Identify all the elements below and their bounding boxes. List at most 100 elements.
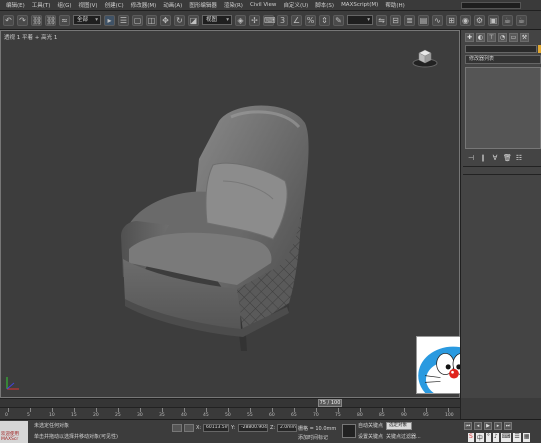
menu-tools[interactable]: 工具(T): [29, 1, 54, 9]
snap-toggle-icon[interactable]: 3: [277, 14, 288, 26]
menu-create[interactable]: 创建(C): [102, 1, 127, 9]
search-input[interactable]: [461, 1, 521, 9]
lock-selection-icon[interactable]: [172, 424, 182, 432]
menu-maxscript[interactable]: MAXScript(M): [338, 2, 381, 8]
curve-editor-icon[interactable]: ∿: [432, 14, 443, 26]
menu-group[interactable]: 组(G): [54, 1, 74, 9]
selected-object-dropdown[interactable]: 选定对象: [386, 422, 412, 430]
z-coord-field[interactable]: 2.0mm: [277, 424, 297, 432]
maxscript-listener[interactable]: 欢迎使用 MAXScr: [0, 421, 28, 443]
trackbar-tick: [404, 408, 405, 412]
go-to-start-icon[interactable]: ⏮: [464, 422, 472, 430]
utilities-tab-icon[interactable]: ⚒: [520, 33, 529, 42]
named-selection-sets-dropdown[interactable]: [347, 15, 373, 25]
ime-punctuation-icon[interactable]: °: [485, 433, 491, 442]
make-unique-icon[interactable]: ∀: [491, 154, 499, 162]
trackbar-tick: [140, 408, 141, 412]
perspective-viewport[interactable]: 透视 1 平着 + 高光 1: [0, 30, 460, 398]
trackbar[interactable]: 0 5 10 15 20 25 30 35 40 45 50 55 60 65 70 75 80 85 90 95 10…: [0, 407, 460, 419]
rect-selection-icon[interactable]: ▢: [132, 14, 143, 26]
absolute-mode-icon[interactable]: [184, 424, 194, 432]
material-editor-icon[interactable]: ◉: [460, 14, 471, 26]
trackbar-tick-label: 75: [335, 413, 341, 418]
time-slider[interactable]: 75 / 100: [0, 398, 460, 407]
align-icon[interactable]: ⊟: [390, 14, 401, 26]
modify-tab-icon[interactable]: ◐: [476, 33, 485, 42]
redo-icon[interactable]: ↷: [17, 14, 28, 26]
menu-animation[interactable]: 动画(A): [160, 1, 185, 9]
schematic-view-icon[interactable]: ⊞: [446, 14, 457, 26]
scene-explorer-icon[interactable]: ▤: [418, 14, 429, 26]
spinner-snap-icon[interactable]: ⇕: [319, 14, 330, 26]
y-coord-field[interactable]: -28800.904: [238, 424, 268, 432]
select-by-name-icon[interactable]: ☰: [118, 14, 129, 26]
trackbar-tick-label: 55: [247, 413, 253, 418]
time-slider-thumb[interactable]: 75 / 100: [318, 399, 342, 407]
keyboard-shortcut-icon[interactable]: ⌨: [263, 14, 276, 26]
select-rotate-icon[interactable]: ↻: [174, 14, 185, 26]
armchair-model[interactable]: [1, 31, 461, 399]
ime-sogou-icon[interactable]: S: [468, 433, 474, 442]
ime-keyboard-icon[interactable]: ⌨: [500, 433, 512, 442]
menu-customize[interactable]: 自定义(U): [280, 1, 311, 9]
create-tab-icon[interactable]: ✚: [465, 33, 474, 42]
previous-frame-icon[interactable]: ◂: [474, 422, 482, 430]
render-setup-icon[interactable]: ⚙: [474, 14, 485, 26]
pin-stack-icon[interactable]: ⊣: [467, 154, 475, 162]
bind-space-warp-icon[interactable]: ≈: [59, 14, 70, 26]
angle-snap-icon[interactable]: ∠: [291, 14, 302, 26]
window-crossing-icon[interactable]: ◫: [146, 14, 157, 26]
next-frame-icon[interactable]: ▸: [494, 422, 502, 430]
y-coord-label: Y:: [231, 425, 236, 431]
trackbar-tick-label: 95: [423, 413, 429, 418]
percent-snap-icon[interactable]: %: [305, 14, 316, 26]
menu-help[interactable]: 帮助(H): [382, 1, 407, 9]
playback-controls: ⏮ ◂ ▶ ▸ ⏭: [464, 422, 512, 430]
ime-menu-icon[interactable]: ☰: [513, 433, 521, 442]
go-to-end-icon[interactable]: ⏭: [504, 422, 512, 430]
menu-views[interactable]: 视图(V): [76, 1, 101, 9]
menu-civil-view[interactable]: Civil View: [247, 2, 279, 8]
modifier-list-dropdown[interactable]: 修改器列表: [465, 55, 541, 64]
render-production-icon[interactable]: ☕: [502, 14, 513, 26]
hierarchy-tab-icon[interactable]: ⊤: [487, 33, 496, 42]
selection-filter-dropdown[interactable]: 全部: [73, 15, 101, 25]
undo-icon[interactable]: ↶: [3, 14, 14, 26]
menu-modifiers[interactable]: 修改器(M): [128, 1, 160, 9]
select-object-icon[interactable]: ▸: [104, 14, 115, 26]
auto-key-button[interactable]: 自动关键点: [358, 422, 383, 429]
select-scale-icon[interactable]: ◪: [188, 14, 199, 26]
show-end-result-icon[interactable]: ∥: [479, 154, 487, 162]
layer-manager-icon[interactable]: ≣: [404, 14, 415, 26]
ime-chinese-mode[interactable]: 中: [475, 433, 484, 442]
rendered-frame-icon[interactable]: ▣: [488, 14, 499, 26]
named-selection-icon[interactable]: ✎: [333, 14, 344, 26]
menu-graph-editors[interactable]: 图形编辑器: [186, 1, 220, 9]
object-name-field[interactable]: [465, 45, 537, 53]
link-icon[interactable]: ⛓: [31, 14, 42, 26]
unlink-icon[interactable]: ⛓: [45, 14, 56, 26]
pivot-center-icon[interactable]: ◈: [235, 14, 246, 26]
select-move-icon[interactable]: ✥: [160, 14, 171, 26]
ime-voice-icon[interactable]: ♪: [492, 433, 499, 442]
mirror-icon[interactable]: ⇋: [376, 14, 387, 26]
menu-scripting[interactable]: 脚本(S): [312, 1, 337, 9]
reference-coord-dropdown[interactable]: 视图: [202, 15, 232, 25]
remove-modifier-icon[interactable]: 🗑: [503, 154, 512, 162]
configure-modifier-sets-icon[interactable]: ☷: [515, 154, 523, 162]
select-manipulate-icon[interactable]: ✢: [249, 14, 260, 26]
set-key-button[interactable]: 设置关键点: [358, 433, 383, 440]
x-coord-field[interactable]: 60113.5m: [203, 424, 229, 432]
set-key-icon[interactable]: [342, 424, 356, 438]
menu-rendering[interactable]: 渲染(R): [221, 1, 246, 9]
add-time-tag[interactable]: 添加时间标记: [298, 434, 328, 441]
menu-edit[interactable]: 编辑(E): [3, 1, 28, 9]
ime-skin-icon[interactable]: ▦: [522, 433, 531, 442]
play-icon[interactable]: ▶: [484, 422, 492, 430]
modifier-stack[interactable]: [465, 67, 541, 149]
key-filters-button[interactable]: 关键点过滤器...: [386, 433, 421, 440]
display-tab-icon[interactable]: ▭: [509, 33, 518, 42]
motion-tab-icon[interactable]: ◔: [498, 33, 507, 42]
trackbar-tick-label: 90: [401, 413, 407, 418]
render-iterative-icon[interactable]: ☕: [516, 14, 527, 26]
